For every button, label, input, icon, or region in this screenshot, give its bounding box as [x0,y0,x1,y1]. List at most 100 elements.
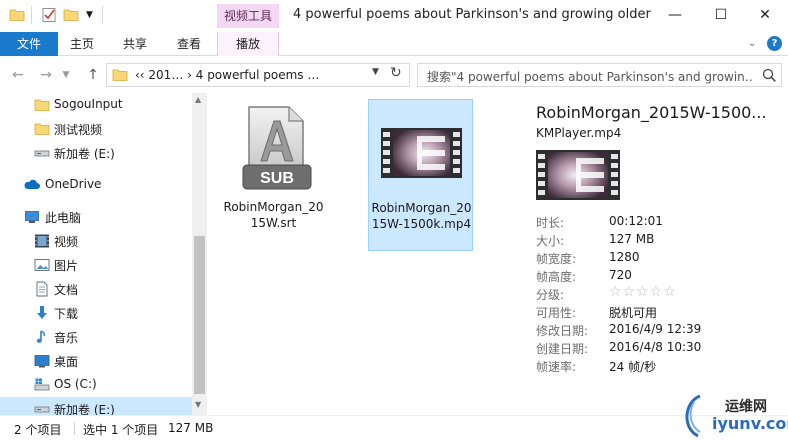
file-item-mp4[interactable]: RobinMorgan_2015W-1500k.mp4 [368,99,473,251]
prop-value[interactable]: 127 MB [609,232,654,246]
sidebar-item-drive-e-selected[interactable]: 新加卷 (E:) [0,397,192,415]
title-bar: ▼ 视频工具 4 powerful poems about Parkinson'… [0,0,788,32]
pictures-folder-icon [34,259,50,271]
selection-size: 127 MB [168,421,214,435]
sidebar-item-documents[interactable]: 文档 [0,277,192,301]
video-thumbnail [536,150,620,200]
prop-frame-rate: 帧速率: 24 帧/秒 [536,358,786,376]
prop-key: 时长: [536,216,565,230]
sidebar-item-label: 下载 [54,307,79,321]
status-bar: 2 个项目 选中 1 个项目 127 MB [0,415,788,440]
prop-value[interactable]: 2016/4/9 12:39 [609,322,701,336]
tab-file[interactable]: 文件 [0,32,58,56]
sidebar-item-label: 新加卷 (E:) [54,147,115,161]
sidebar-item-drive-c[interactable]: OS (C:) [0,373,192,397]
refresh-icon[interactable]: ↻ [390,65,402,81]
separator [102,6,103,24]
search-box[interactable]: 搜索"4 powerful poems about Parkinson's an… [417,63,782,87]
ribbon-tabs: 文件 主页 共享 查看 播放 ⌄ ? [0,32,788,56]
recent-locations-icon[interactable]: ▼ [60,65,72,85]
forward-arrow-icon[interactable]: → [36,65,56,85]
prop-value[interactable]: 2016/4/8 10:30 [609,340,701,354]
documents-folder-icon [36,281,48,297]
scroll-down-icon[interactable]: ▼ [195,400,201,409]
breadcrumb[interactable]: ‹‹ 201… › 4 powerful poems … [135,68,319,82]
scrollbar-thumb[interactable] [194,236,205,394]
sidebar-item-label: 新加卷 (E:) [54,403,115,415]
prop-key: 大小: [536,234,565,248]
up-arrow-icon[interactable]: ↑ [83,65,103,85]
sidebar-item-pictures[interactable]: 图片 [0,253,192,277]
sidebar-item-label: 此电脑 [45,211,82,225]
prop-value[interactable]: 1280 [609,250,640,264]
downloads-folder-icon [37,306,47,319]
details-pane: RobinMorgan_2015W-1500... KMPlayer.mp4 时… [509,93,788,415]
sidebar-item-label: SogouInput [54,97,123,111]
navigation-bar: ← → ▼ ↑ ‹‹ 201… › 4 powerful poems … ▼ ↻… [0,57,788,93]
windows-drive-icon [34,378,50,391]
sidebar-item-videos[interactable]: 视频 [0,229,192,253]
maximize-button[interactable]: ☐ [698,0,744,32]
folder-icon [34,123,50,135]
prop-value[interactable]: 24 帧/秒 [609,358,656,375]
video-file-icon [381,128,462,178]
sidebar-item-music[interactable]: 音乐 [0,325,192,349]
address-bar[interactable]: ‹‹ 201… › 4 powerful poems … ▼ ↻ [106,63,410,87]
sidebar-item-label: OneDrive [45,177,102,191]
prop-value[interactable]: 脱机可用 [609,304,657,321]
prop-key: 可用性: [536,306,577,320]
prop-value[interactable]: 00:12:01 [609,214,663,228]
tab-view[interactable]: 查看 [164,32,214,56]
file-name[interactable]: RobinMorgan_2015W-1500k.mp4 [371,200,472,232]
folder-icon [34,99,50,111]
file-item-srt[interactable]: SUB RobinMorgan_2015W.srt [221,99,326,251]
watermark-text: 运维网 [725,399,767,415]
back-arrow-icon[interactable]: ← [8,65,28,85]
search-input[interactable]: 搜索"4 powerful poems about Parkinson's an… [427,68,752,85]
sidebar-item-onedrive[interactable]: OneDrive [0,173,192,197]
separator [31,6,32,24]
separator [74,422,75,435]
customize-toolbar-icon[interactable]: ▼ [86,10,98,22]
sidebar-item-label: 测试视频 [54,123,103,137]
close-button[interactable]: ✕ [742,0,788,32]
details-subtitle: KMPlayer.mp4 [536,126,622,140]
scroll-up-icon[interactable]: ▲ [195,95,201,104]
prop-modified-date: 修改日期: 2016/4/9 12:39 [536,322,786,340]
tab-play[interactable]: 播放 [217,32,279,56]
sidebar-item-drive-e[interactable]: 新加卷 (E:) [0,141,192,165]
help-icon[interactable]: ? [767,36,782,51]
properties-icon[interactable] [41,7,57,23]
sidebar-item-label: OS (C:) [54,377,97,391]
sidebar-item-downloads[interactable]: 下载 [0,301,192,325]
prop-availability: 可用性: 脱机可用 [536,304,786,322]
new-folder-icon[interactable] [63,7,79,23]
window-title: 4 powerful poems about Parkinson's and g… [293,7,651,22]
sidebar-item-this-pc[interactable]: 此电脑 [0,205,192,229]
minimize-button[interactable]: — [652,0,698,32]
sidebar-item-desktop[interactable]: 桌面 [0,349,192,373]
prop-key: 帧高度: [536,270,577,284]
chevron-down-icon[interactable]: ▼ [372,67,379,77]
folder-icon[interactable] [9,7,25,23]
sidebar-item-test-videos[interactable]: 测试视频 [0,117,192,141]
sidebar-item-label: 音乐 [54,331,79,345]
search-icon[interactable] [761,67,777,83]
sidebar-item-sogouinput[interactable]: SogouInput [0,93,192,117]
navigation-pane: SogouInput 测试视频 新加卷 (E:) OneDrive 此电脑 视频… [0,93,207,415]
video-tools-contextual-header: 视频工具 [217,4,279,28]
desktop-folder-icon [34,355,50,368]
prop-value[interactable]: 720 [609,268,632,282]
tab-share[interactable]: 共享 [106,32,164,56]
file-name[interactable]: RobinMorgan_2015W.srt [223,199,324,231]
chevron-down-icon[interactable]: ⌄ [748,38,756,49]
prop-frame-width: 帧宽度: 1280 [536,250,786,268]
prop-key: 创建日期: [536,342,589,356]
item-count: 2 个项目 [14,423,62,437]
drive-icon [34,406,50,413]
prop-key: 帧宽度: [536,252,577,266]
rating-stars[interactable]: ☆☆☆☆☆ [609,284,677,300]
tab-home[interactable]: 主页 [58,32,106,56]
sidebar-item-label: 桌面 [54,355,79,369]
prop-size: 大小: 127 MB [536,232,786,250]
